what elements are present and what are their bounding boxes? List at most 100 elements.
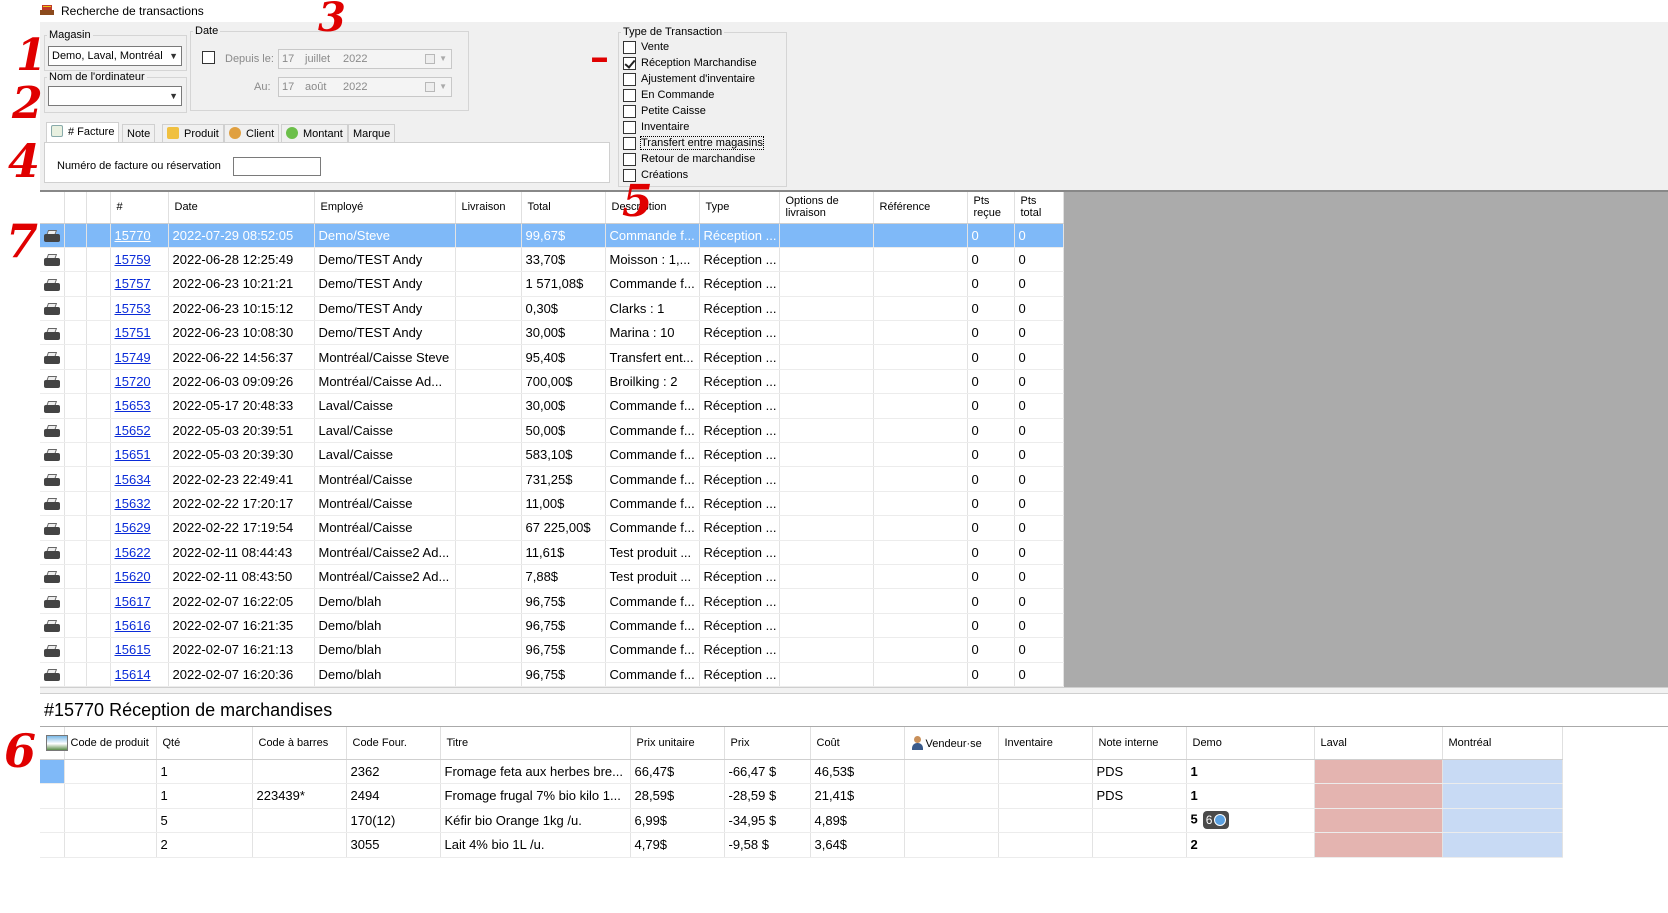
table-row[interactable]: 15616 2022-02-07 16:21:35 Demo/blah 96,75$ C… [40, 613, 1064, 639]
column-header[interactable]: Total [521, 192, 606, 224]
print-cell[interactable] [40, 515, 65, 541]
column-header[interactable]: Code à barres [252, 727, 347, 760]
column-header[interactable]: Code de produit [64, 727, 157, 760]
column-header[interactable]: Options de livraison [779, 192, 874, 224]
column-header[interactable]: Inventaire [998, 727, 1093, 760]
invoice-link[interactable]: 15634 [115, 472, 151, 487]
table-row[interactable]: 15652 2022-05-03 20:39:51 Laval/Caisse 50,0… [40, 418, 1064, 444]
invoice-link[interactable]: 15759 [115, 252, 151, 267]
print-cell[interactable] [40, 540, 65, 565]
column-header[interactable]: Pts reçue [967, 192, 1015, 224]
column-header[interactable]: Référence [873, 192, 968, 224]
invoice-link[interactable]: 15653 [115, 398, 151, 413]
column-header[interactable]: Prix [724, 727, 811, 760]
table-row[interactable]: 15770 2022-07-29 08:52:05 Demo/Steve 99,67$… [40, 223, 1064, 248]
invoice-number-input[interactable] [233, 157, 321, 176]
print-cell[interactable] [40, 247, 65, 273]
column-header[interactable]: Code Four. [346, 727, 441, 760]
print-cell[interactable] [40, 418, 65, 444]
checkbox[interactable] [623, 137, 636, 150]
table-row[interactable]: 15620 2022-02-11 08:43:50 Montréal/Caisse2… [40, 564, 1064, 590]
checkbox[interactable] [623, 121, 636, 134]
column-header[interactable]: Type [699, 192, 780, 224]
tab-invoice[interactable]: # Facture [46, 122, 120, 143]
printer-icon[interactable] [42, 424, 62, 438]
printer-icon[interactable] [42, 448, 62, 462]
checkbox[interactable] [623, 153, 636, 166]
checkbox[interactable] [623, 89, 636, 102]
printer-icon[interactable] [42, 546, 62, 560]
invoice-link[interactable]: 15614 [115, 667, 151, 682]
detail-row[interactable]: 5 170(12) Kéfir bio Orange 1kg /u. 6,99$ -34… [40, 808, 1563, 833]
column-header[interactable]: Qté [156, 727, 253, 760]
date-enable-checkbox[interactable] [202, 51, 215, 64]
invoice-link[interactable]: 15617 [115, 594, 151, 609]
table-row[interactable]: 15632 2022-02-22 17:20:17 Montréal/Caisse 1… [40, 491, 1064, 517]
tab-product[interactable]: Produit [162, 124, 224, 143]
column-header[interactable]: Montréal [1442, 727, 1563, 760]
invoice-link[interactable]: 15720 [115, 374, 151, 389]
column-header[interactable]: Livraison [455, 192, 522, 224]
invoice-link[interactable]: 15753 [115, 301, 151, 316]
computer-select[interactable]: ▼ [48, 86, 182, 106]
printer-icon[interactable] [42, 668, 62, 682]
detail-row[interactable]: 1 2362 Fromage feta aux herbes bre... 66,47… [40, 759, 1563, 784]
printer-icon[interactable] [42, 253, 62, 267]
printer-icon[interactable] [42, 473, 62, 487]
invoice-link[interactable]: 15615 [115, 642, 151, 657]
detail-row[interactable]: 2 3055 Lait 4% bio 1L /u. 4,79$ -9,58 $ 3,64$… [40, 832, 1563, 858]
tab-amount[interactable]: Montant [281, 124, 348, 143]
print-cell[interactable] [40, 344, 65, 370]
column-header[interactable]: # [110, 192, 169, 224]
print-cell[interactable] [40, 662, 65, 687]
row-selector[interactable] [40, 808, 65, 833]
column-header[interactable]: Laval [1314, 727, 1443, 760]
tab-note[interactable]: Note [122, 124, 156, 143]
printer-icon[interactable] [42, 619, 62, 633]
printer-icon[interactable] [42, 327, 62, 341]
printer-icon[interactable] [42, 570, 62, 584]
print-cell[interactable] [40, 393, 65, 419]
column-header[interactable]: Note interne [1092, 727, 1187, 760]
invoice-link[interactable]: 15770 [115, 228, 151, 243]
invoice-link[interactable]: 15757 [115, 276, 151, 291]
print-cell[interactable] [40, 491, 65, 517]
column-header[interactable]: Date [168, 192, 315, 224]
column-header-blank[interactable] [86, 192, 111, 224]
print-cell[interactable] [40, 466, 65, 492]
print-cell[interactable] [40, 271, 65, 297]
invoice-link[interactable]: 15651 [115, 447, 151, 462]
row-selector[interactable] [40, 832, 65, 858]
invoice-link[interactable]: 15652 [115, 423, 151, 438]
printer-icon[interactable] [42, 595, 62, 609]
printer-icon[interactable] [42, 229, 62, 243]
printer-icon[interactable] [42, 400, 62, 414]
store-select[interactable]: Demo, Laval, Montréal ▼ [48, 46, 182, 66]
table-row[interactable]: 15759 2022-06-28 12:25:49 Demo/TEST Andy 33… [40, 247, 1064, 273]
splitter-handle[interactable] [40, 687, 1668, 694]
table-row[interactable]: 15634 2022-02-23 22:49:41 Montréal/Caisse 7… [40, 466, 1064, 492]
print-cell[interactable] [40, 320, 65, 346]
printer-icon[interactable] [42, 497, 62, 511]
printer-icon[interactable] [42, 644, 62, 658]
table-row[interactable]: 15617 2022-02-07 16:22:05 Demo/blah 96,75$ C… [40, 588, 1064, 614]
row-selector[interactable] [40, 759, 65, 784]
row-selector[interactable] [40, 783, 65, 809]
column-header[interactable]: Pts total [1014, 192, 1064, 224]
table-row[interactable]: 15629 2022-02-22 17:19:54 Montréal/Caisse 6… [40, 515, 1064, 541]
detail-grid[interactable]: Code de produit Qté Code à barres Code F… [40, 726, 1668, 858]
checkbox[interactable] [623, 105, 636, 118]
table-row[interactable]: 15615 2022-02-07 16:21:13 Demo/blah 96,75$ C… [40, 637, 1064, 663]
column-header[interactable]: Demo [1186, 727, 1315, 760]
tab-brand[interactable]: Marque [348, 124, 396, 143]
column-header[interactable]: Prix unitaire [630, 727, 725, 760]
table-row[interactable]: 15757 2022-06-23 10:21:21 Demo/TEST Andy 1 … [40, 271, 1064, 297]
invoice-link[interactable]: 15616 [115, 618, 151, 633]
printer-icon[interactable] [42, 278, 62, 292]
invoice-link[interactable]: 15749 [115, 350, 151, 365]
table-row[interactable]: 15651 2022-05-03 20:39:30 Laval/Caisse 583,… [40, 442, 1064, 468]
checkbox[interactable] [623, 41, 636, 54]
column-header[interactable]: Coût [810, 727, 905, 760]
table-row[interactable]: 15622 2022-02-11 08:44:43 Montréal/Caisse2… [40, 540, 1064, 565]
print-cell[interactable] [40, 442, 65, 468]
